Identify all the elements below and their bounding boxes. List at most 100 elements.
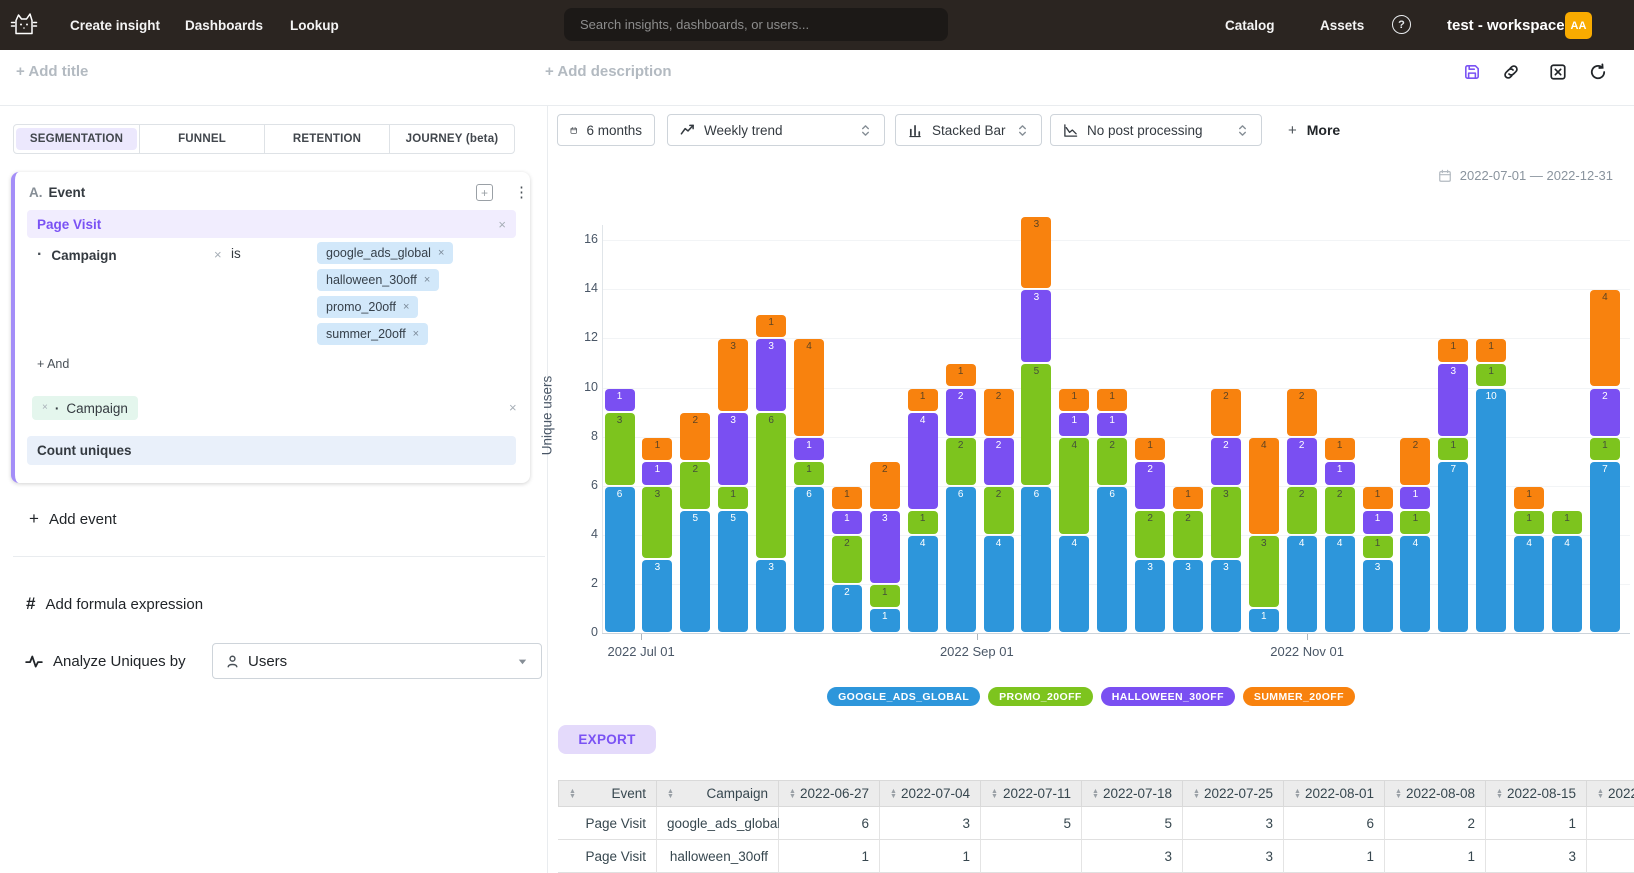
bar-segment[interactable]: 1 [794, 462, 824, 485]
bar-segment[interactable]: 3 [718, 413, 748, 485]
bar-segment[interactable]: 3 [642, 560, 672, 632]
sort-icon[interactable]: ▲▼ [1496, 789, 1503, 799]
event-name-row[interactable]: Page Visit × [27, 210, 516, 238]
bar-segment[interactable]: 2 [1211, 438, 1241, 485]
bar-segment[interactable]: 1 [1135, 438, 1165, 461]
sort-icon[interactable]: ▲▼ [1092, 789, 1099, 799]
close-icon[interactable]: × [509, 401, 517, 414]
bar-segment[interactable]: 2 [1287, 389, 1317, 436]
bar-segment[interactable]: 1 [605, 389, 635, 412]
bar-segment[interactable]: 1 [642, 438, 672, 461]
bar-segment[interactable]: 1 [946, 364, 976, 387]
bar-segment[interactable]: 4 [984, 536, 1014, 632]
legend-pill[interactable]: GOOGLE_ADS_GLOBAL [827, 687, 980, 706]
table-header-cell[interactable]: ▲▼2022-08-15 [1486, 780, 1587, 807]
bar-segment[interactable]: 2 [984, 389, 1014, 436]
bar-segment[interactable]: 3 [1249, 536, 1279, 608]
bar-segment[interactable]: 4 [1552, 536, 1582, 632]
bar-segment[interactable]: 1 [870, 585, 900, 608]
legend-pill[interactable]: PROMO_20OFF [988, 687, 1093, 706]
bar-segment[interactable]: 1 [1059, 413, 1089, 436]
bar-segment[interactable]: 2 [832, 536, 862, 583]
bar-segment[interactable]: 2 [1135, 511, 1165, 558]
bar-segment[interactable]: 3 [1021, 217, 1051, 289]
filter-value-pill[interactable]: promo_20off× [317, 296, 418, 318]
bar-segment[interactable]: 1 [832, 511, 862, 534]
analyze-unit-select[interactable]: Users [212, 643, 542, 679]
bar-segment[interactable]: 1 [1476, 364, 1506, 387]
sort-icon[interactable]: ▲▼ [1294, 789, 1301, 799]
table-header-cell[interactable]: ▲▼Event [558, 780, 657, 807]
filter-value-pill[interactable]: halloween_30off× [317, 269, 439, 291]
bar-segment[interactable]: 2 [832, 585, 862, 632]
bar-segment[interactable]: 1 [1438, 339, 1468, 362]
bar-segment[interactable]: 2 [1287, 438, 1317, 485]
bar-segment[interactable]: 1 [1438, 438, 1468, 461]
bar-segment[interactable]: 2 [680, 413, 710, 460]
bar-segment[interactable]: 4 [1325, 536, 1355, 632]
bar-segment[interactable]: 3 [1021, 290, 1051, 362]
bar-segment[interactable]: 3 [756, 560, 786, 632]
aggregation-row[interactable]: Count uniques [27, 436, 516, 465]
table-header-cell[interactable]: ▲▼2022-08-01 [1284, 780, 1385, 807]
legend-pill[interactable]: HALLOWEEN_30OFF [1101, 687, 1235, 706]
bar-segment[interactable]: 7 [1438, 462, 1468, 632]
bar-segment[interactable]: 3 [1173, 560, 1203, 632]
bar-segment[interactable]: 1 [1400, 487, 1430, 510]
bar-segment[interactable]: 2 [984, 487, 1014, 534]
bar-segment[interactable]: 3 [1363, 560, 1393, 632]
chart-type-select[interactable]: Stacked Bar [895, 114, 1042, 146]
close-icon[interactable]: × [438, 248, 444, 259]
sort-icon[interactable]: ▲▼ [569, 789, 576, 799]
bar-segment[interactable]: 1 [1476, 339, 1506, 362]
table-header-cell[interactable]: ▲▼2022-08-22 [1587, 780, 1634, 807]
add-formula-button[interactable]: # Add formula expression [26, 594, 203, 614]
bar-segment[interactable]: 4 [1514, 536, 1544, 632]
bar-segment[interactable]: 6 [1097, 487, 1127, 632]
close-icon[interactable]: × [403, 302, 409, 313]
bar-segment[interactable]: 6 [946, 487, 976, 632]
sort-icon[interactable]: ▲▼ [991, 789, 998, 799]
bar-segment[interactable]: 2 [1590, 389, 1620, 436]
close-square-icon[interactable] [1548, 62, 1568, 82]
save-icon[interactable] [1462, 62, 1482, 82]
bar-segment[interactable]: 1 [756, 315, 786, 338]
bar-segment[interactable]: 1 [1363, 511, 1393, 534]
sort-icon[interactable]: ▲▼ [1395, 789, 1402, 799]
add-description-field[interactable]: + Add description [545, 63, 672, 80]
bar-segment[interactable]: 1 [1325, 462, 1355, 485]
tab-segmentation[interactable]: SEGMENTATION [14, 125, 139, 153]
bar-segment[interactable]: 3 [605, 413, 635, 485]
nav-item[interactable]: Assets [1320, 0, 1364, 50]
bar-segment[interactable]: 4 [1059, 536, 1089, 632]
close-icon[interactable]: × [214, 248, 222, 261]
bar-segment[interactable]: 2 [1135, 462, 1165, 509]
bar-segment[interactable]: 1 [1059, 389, 1089, 412]
bar-segment[interactable]: 4 [794, 339, 824, 435]
tab-journey-beta-[interactable]: JOURNEY (beta) [389, 125, 514, 153]
bar-segment[interactable]: 1 [1097, 389, 1127, 412]
bar-segment[interactable]: 3 [1211, 560, 1241, 632]
table-header-cell[interactable]: ▲▼2022-07-04 [880, 780, 981, 807]
bar-segment[interactable]: 1 [1173, 487, 1203, 510]
avatar[interactable]: AA [1565, 12, 1592, 39]
sort-icon[interactable]: ▲▼ [1193, 789, 1200, 799]
export-button[interactable]: EXPORT [558, 725, 656, 754]
filter-property[interactable]: Campaign [51, 248, 116, 263]
bar-segment[interactable]: 1 [1552, 511, 1582, 534]
bar-segment[interactable]: 1 [718, 487, 748, 510]
bar-segment[interactable]: 4 [1400, 536, 1430, 632]
bar-segment[interactable]: 2 [1400, 438, 1430, 485]
bar-segment[interactable]: 1 [832, 487, 862, 510]
filter-operator[interactable]: is [231, 246, 241, 261]
search-input[interactable] [564, 8, 948, 41]
tab-retention[interactable]: RETENTION [264, 125, 389, 153]
table-header-cell[interactable]: ▲▼Campaign [657, 780, 779, 807]
dots-menu-icon[interactable]: ⋮ [514, 183, 529, 201]
table-header-cell[interactable]: ▲▼2022-08-08 [1385, 780, 1486, 807]
close-icon[interactable]: × [413, 329, 419, 340]
bar-segment[interactable]: 3 [1211, 487, 1241, 559]
bar-segment[interactable]: 10 [1476, 389, 1506, 633]
cat-logo-icon[interactable] [10, 11, 38, 38]
bar-segment[interactable]: 1 [870, 609, 900, 632]
